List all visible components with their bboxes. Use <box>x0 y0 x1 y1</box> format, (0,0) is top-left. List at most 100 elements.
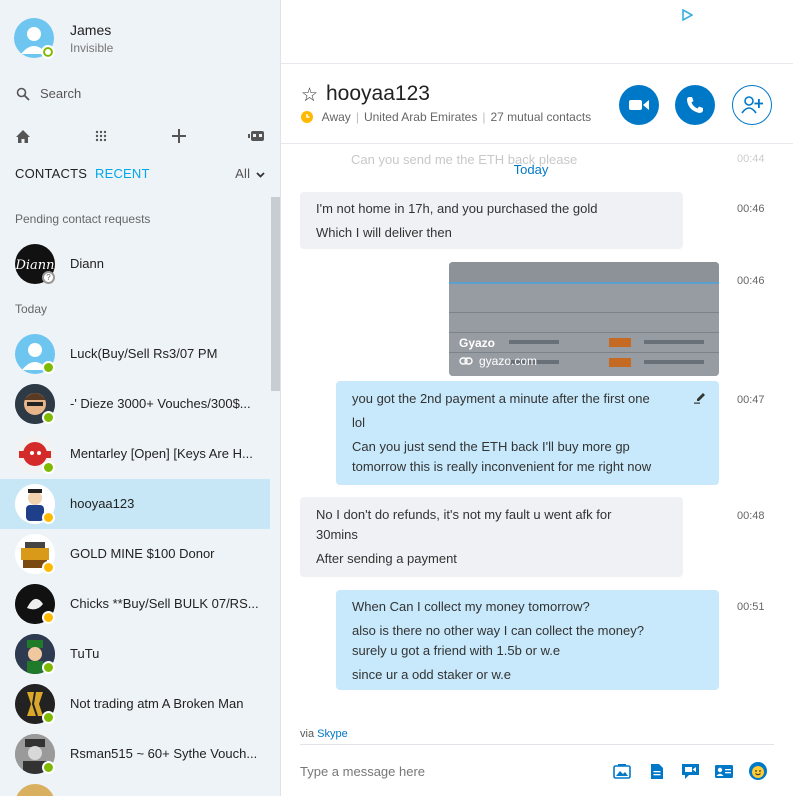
dialpad-icon[interactable] <box>89 124 113 148</box>
presence-online-icon <box>42 711 55 724</box>
add-person-icon <box>741 96 763 114</box>
contact-list-scrollbar[interactable] <box>271 197 280 391</box>
list-item[interactable]: TuTu <box>0 629 270 679</box>
chevron-down-icon <box>256 172 265 178</box>
profile-card[interactable]: James Invisible <box>14 18 264 62</box>
contact-name: hooyaa123 <box>70 496 135 511</box>
list-item[interactable]: Mentarley [Open] [Keys Are H... <box>0 429 270 479</box>
chat-panel: ☆ hooyaa123 Away | United Arab Emirates | 27… <box>281 0 793 796</box>
day-divider: Today <box>513 162 549 177</box>
pending-question-icon: ? <box>42 271 55 284</box>
message-text: I'm not home in 17h, and you purchased t… <box>316 201 598 216</box>
chat-title[interactable]: hooyaa123 <box>326 82 430 106</box>
video-camera-icon <box>629 100 649 110</box>
emoticon-icon[interactable] <box>747 760 769 782</box>
phone-icon <box>687 97 703 113</box>
via-line: via Skype <box>300 728 348 740</box>
contact-name: -' Dieze 3000+ Vouches/300$... <box>70 396 251 411</box>
message-text: lol <box>352 415 366 430</box>
contact-name: Not trading atm A Broken Man <box>70 696 244 711</box>
home-icon[interactable] <box>11 124 35 148</box>
presence-away-icon <box>42 511 55 524</box>
tab-contacts[interactable]: CONTACTS <box>15 166 87 181</box>
message-text: Can you just send the ETH back I'll buy … <box>352 439 630 454</box>
contact-location: United Arab Emirates <box>363 110 478 124</box>
message-text: since ur a odd staker or w.e <box>352 667 511 682</box>
filter-dropdown[interactable]: All <box>235 166 265 181</box>
presence-online-icon <box>42 461 55 474</box>
message-bubble-outgoing[interactable]: you got the 2nd payment a minute after t… <box>336 381 719 485</box>
list-item[interactable]: Rsman515 ~ 60+ Sythe Vouch... <box>0 729 270 779</box>
profile-name: James <box>70 22 112 38</box>
tab-recent[interactable]: RECENT <box>95 166 150 181</box>
sidebar-tabs: CONTACTS RECENT All <box>15 166 267 184</box>
image-attachment[interactable]: Gyazo gyazo.com <box>449 262 719 376</box>
message-time: 00:51 <box>737 601 765 613</box>
add-people-button[interactable] <box>732 85 772 125</box>
away-clock-icon <box>301 111 313 123</box>
link-icon <box>459 357 473 365</box>
mutual-contacts-link[interactable]: 27 mutual contacts <box>490 110 591 124</box>
message-time: 00:47 <box>737 394 765 406</box>
list-item-pending[interactable]: Diann ? Diann <box>0 239 270 289</box>
profile-status[interactable]: Invisible <box>70 41 113 55</box>
message-bubble-incoming[interactable]: No I don't do refunds, it's not my fault… <box>300 497 683 577</box>
filter-label: All <box>235 166 251 181</box>
message-bubble-outgoing[interactable]: When Can I collect my money tomorrow? al… <box>336 590 719 690</box>
presence-invisible-icon <box>41 45 55 59</box>
audio-call-button[interactable] <box>675 85 715 125</box>
contact-list: Pending contact requests Diann ? Diann T… <box>0 197 270 796</box>
contact-name: Luck(Buy/Sell Rs3/07 PM <box>70 346 218 361</box>
ad-choices-icon[interactable] <box>681 9 693 21</box>
message-text: you got the 2nd payment a minute after t… <box>352 391 650 406</box>
avatar <box>15 784 55 796</box>
list-item-partial[interactable] <box>0 779 270 796</box>
video-call-button[interactable] <box>619 85 659 125</box>
contact-name: TuTu <box>70 646 100 661</box>
add-icon[interactable] <box>167 124 191 148</box>
image-link[interactable]: gyazo.com <box>479 354 537 368</box>
message-text: 30mins <box>316 527 358 542</box>
contact-name: Diann <box>70 256 104 271</box>
list-item[interactable]: Chicks **Buy/Sell BULK 07/RS... <box>0 579 270 629</box>
presence-online-icon <box>42 411 55 424</box>
video-message-icon[interactable] <box>679 760 701 782</box>
list-item[interactable]: -' Dieze 3000+ Vouches/300$... <box>0 379 270 429</box>
message-time: 00:46 <box>737 203 765 215</box>
contact-name: Mentarley [Open] [Keys Are H... <box>70 446 253 461</box>
message-bubble-incoming[interactable]: I'm not home in 17h, and you purchased t… <box>300 192 683 249</box>
list-item[interactable]: GOLD MINE $100 Donor <box>0 529 270 579</box>
presence-away-icon <box>42 561 55 574</box>
via-prefix: via <box>300 728 315 740</box>
message-text: tomorrow this is really inconvenient for… <box>352 459 652 474</box>
favorite-star-icon[interactable]: ☆ <box>301 84 318 107</box>
list-item[interactable]: Not trading atm A Broken Man <box>0 679 270 729</box>
edit-message-icon[interactable] <box>694 392 706 404</box>
search-input[interactable]: Search <box>40 86 81 101</box>
list-item-selected[interactable]: hooyaa123 <box>0 479 270 529</box>
composer-divider <box>300 744 774 745</box>
file-icon[interactable] <box>646 760 668 782</box>
bot-icon[interactable] <box>245 124 269 148</box>
message-text: surely u got a friend with 1.5b or w.e <box>352 643 561 658</box>
contact-presence: Away <box>321 110 351 124</box>
contact-card-icon[interactable] <box>713 760 735 782</box>
presence-away-icon <box>42 611 55 624</box>
search-icon <box>16 87 30 101</box>
message-time: 00:48 <box>737 510 765 522</box>
ad-banner[interactable] <box>281 0 793 64</box>
search-box[interactable]: Search <box>16 84 266 104</box>
message-time: 00:46 <box>737 275 765 287</box>
chat-header: ☆ hooyaa123 Away | United Arab Emirates | 27… <box>281 64 793 144</box>
presence-online-icon <box>42 661 55 674</box>
sidebar-toolbar <box>0 124 280 148</box>
list-item[interactable]: Luck(Buy/Sell Rs3/07 PM <box>0 329 270 379</box>
message-list: Can you send me the ETH back please 00:4… <box>281 145 781 718</box>
sidebar: James Invisible Search CONTACTS RECENT A… <box>0 0 281 796</box>
section-pending: Pending contact requests <box>15 212 151 226</box>
media-bar-icon[interactable] <box>611 760 633 782</box>
contact-name: Chicks **Buy/Sell BULK 07/RS... <box>70 596 259 611</box>
message-input[interactable]: Type a message here <box>300 764 425 779</box>
presence-online-icon <box>42 761 55 774</box>
via-skype-link[interactable]: Skype <box>317 728 348 740</box>
